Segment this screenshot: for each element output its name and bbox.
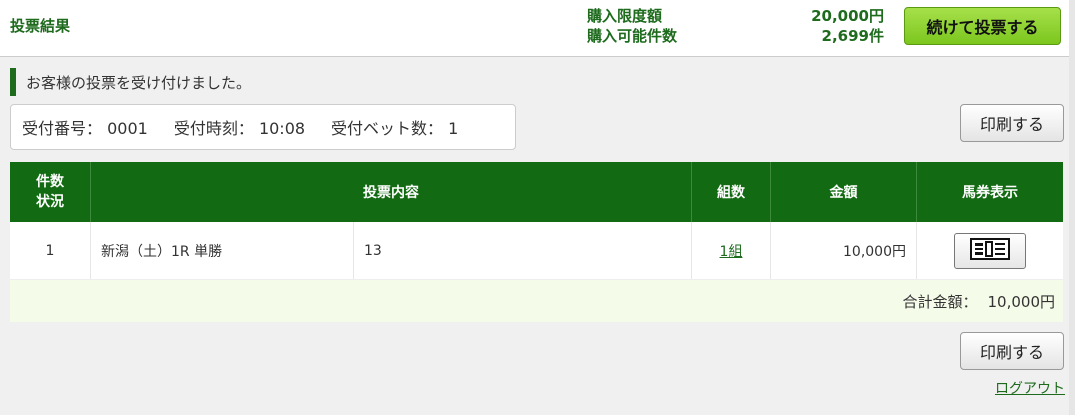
bet-table: 件数状況 投票内容 組数 金額 馬券表示 1 新潟（土）1R 単勝 13 1組 … bbox=[10, 162, 1063, 322]
message-accent-bar bbox=[10, 68, 16, 96]
row-ticket-cell bbox=[917, 222, 1063, 279]
receipt-number-value: 0001 bbox=[107, 119, 148, 138]
purchasable-count-value: 2,699件 bbox=[821, 27, 884, 45]
receipt-time-value: 10:08 bbox=[258, 119, 306, 138]
continue-voting-button[interactable]: 続けて投票する bbox=[904, 7, 1061, 45]
receipt-number: 受付番号： 0001 bbox=[22, 115, 148, 139]
row-combos-link[interactable]: 1組 bbox=[720, 241, 743, 261]
total-value: 10,000円 bbox=[987, 292, 1056, 311]
print-button-top[interactable]: 印刷する bbox=[960, 104, 1064, 142]
row-number: 1 bbox=[10, 222, 91, 279]
logout-link[interactable]: ログアウト bbox=[995, 378, 1065, 398]
receipt-bets-value: 1 bbox=[448, 119, 459, 138]
header-count: 件数 bbox=[36, 174, 64, 190]
header-content: 投票内容 bbox=[91, 162, 692, 222]
confirmation-message: お客様の投票を受け付けました。 bbox=[10, 68, 251, 96]
ticket-icon bbox=[970, 237, 1010, 264]
table-header: 件数状況 投票内容 組数 金額 馬券表示 bbox=[10, 162, 1063, 222]
row-combos-cell: 1組 bbox=[692, 222, 771, 279]
row-amount: 10,000円 bbox=[771, 222, 917, 279]
scrollbar[interactable] bbox=[1069, 0, 1075, 415]
receipt-time: 受付時刻： 10:08 bbox=[174, 115, 305, 139]
header-amount: 金額 bbox=[771, 162, 917, 222]
header: 投票結果 購入限度額 購入可能件数 20,000円 2,699件 続けて投票する bbox=[0, 0, 1075, 57]
table-row: 1 新潟（土）1R 単勝 13 1組 10,000円 bbox=[10, 222, 1063, 280]
header-count-status: 件数 状況 bbox=[10, 162, 91, 222]
header-combos: 組数 bbox=[692, 162, 771, 222]
purchase-limit-value: 20,000円 bbox=[811, 7, 884, 25]
receipt-bets-label: 受付ベット数： bbox=[331, 119, 444, 138]
receipt-number-label: 受付番号： bbox=[22, 119, 103, 138]
row-race: 新潟（土）1R 単勝 bbox=[91, 222, 354, 279]
confirmation-text: お客様の投票を受け付けました。 bbox=[26, 73, 252, 92]
receipt-info: 受付番号： 0001 受付時刻： 10:08 受付ベット数： 1 bbox=[10, 104, 516, 150]
header-ticket: 馬券表示 bbox=[962, 185, 1018, 201]
ticket-display-button[interactable] bbox=[954, 232, 1026, 269]
total-row: 合計金額： 10,000円 bbox=[10, 280, 1063, 322]
receipt-time-label: 受付時刻： bbox=[173, 119, 254, 138]
receipt-bets: 受付ベット数： 1 bbox=[331, 115, 458, 139]
purchasable-count-label: 購入可能件数 bbox=[587, 27, 678, 45]
limit-labels: 購入限度額 購入可能件数 bbox=[587, 6, 677, 46]
row-selection: 13 bbox=[354, 222, 692, 279]
header-status: 状況 bbox=[36, 194, 64, 210]
print-button-bottom[interactable]: 印刷する bbox=[960, 332, 1064, 370]
purchase-limit-label: 購入限度額 bbox=[587, 7, 663, 25]
total-label: 合計金額： bbox=[902, 292, 978, 311]
limit-values: 20,000円 2,699件 bbox=[811, 6, 884, 46]
page-title: 投票結果 bbox=[10, 17, 71, 35]
